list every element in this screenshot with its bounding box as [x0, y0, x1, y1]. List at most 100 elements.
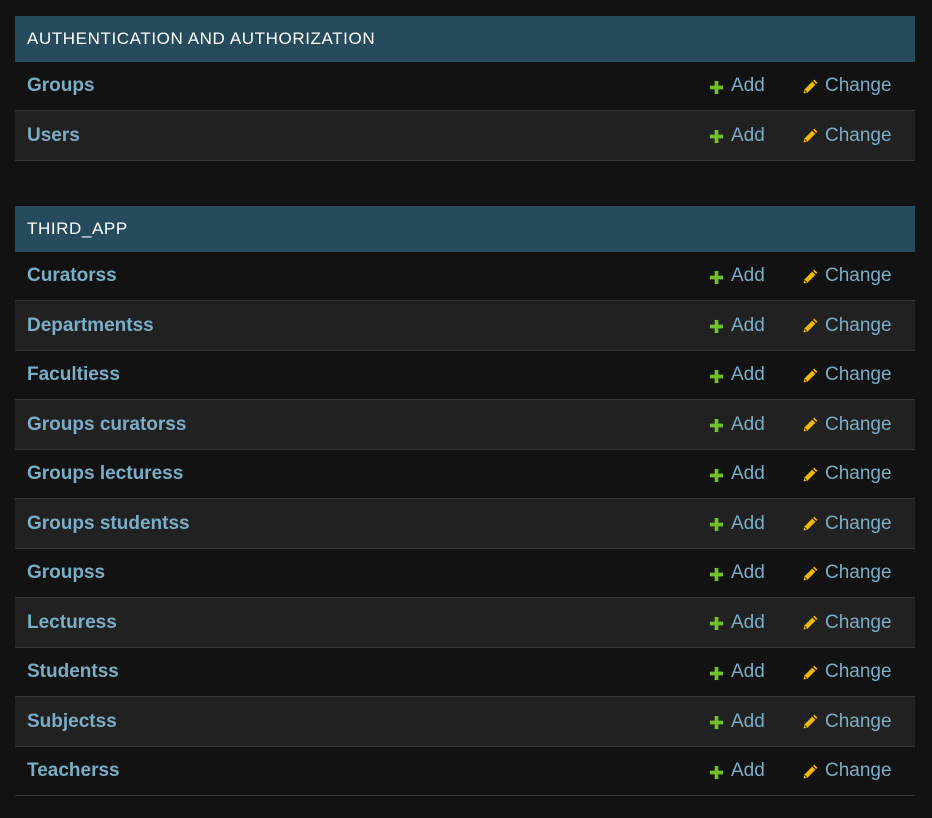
add-label: Add: [731, 75, 765, 96]
add-label: Add: [731, 314, 765, 336]
add-button[interactable]: Add: [709, 562, 765, 584]
change-label: Change: [825, 314, 892, 336]
plus-icon: [709, 318, 724, 334]
model-row: Groupss Add Change: [15, 549, 915, 598]
plus-icon: [709, 566, 724, 581]
add-button[interactable]: Add: [709, 75, 765, 97]
change-label: Change: [825, 75, 892, 96]
add-button[interactable]: Add: [709, 125, 765, 147]
change-label: Change: [825, 512, 892, 534]
model-link[interactable]: Groups studentss: [27, 513, 190, 535]
model-link[interactable]: Groups lecturess: [27, 463, 183, 485]
add-label: Add: [731, 265, 765, 286]
add-label: Add: [731, 710, 765, 732]
add-button[interactable]: Add: [709, 612, 765, 634]
plus-icon: [709, 764, 724, 779]
add-button[interactable]: Add: [709, 265, 765, 287]
change-button[interactable]: Change: [802, 414, 892, 436]
model-row: Groups curatorss Add Change: [15, 400, 915, 450]
change-button[interactable]: Change: [802, 513, 892, 535]
change-label: Change: [825, 413, 892, 435]
change-label: Change: [825, 364, 892, 385]
change-button[interactable]: Change: [802, 125, 892, 147]
change-label: Change: [825, 265, 892, 286]
add-label: Add: [731, 463, 765, 484]
model-link[interactable]: Users: [27, 125, 80, 147]
change-label: Change: [825, 463, 892, 484]
pencil-icon: [802, 515, 819, 532]
model-link[interactable]: Groups: [27, 75, 95, 97]
add-button[interactable]: Add: [709, 463, 765, 485]
model-row: Groups Add Change: [15, 62, 915, 111]
module-header: AUTHENTICATION AND AUTHORIZATION: [15, 16, 915, 62]
model-row: Users Add Change: [15, 111, 915, 161]
add-button[interactable]: Add: [709, 711, 765, 733]
change-button[interactable]: Change: [802, 265, 892, 287]
plus-icon: [709, 269, 724, 284]
model-link[interactable]: Studentss: [27, 661, 119, 683]
model-link[interactable]: Lecturess: [27, 612, 117, 634]
model-row: Departmentss Add Change: [15, 301, 915, 351]
add-label: Add: [731, 413, 765, 435]
pencil-icon: [802, 78, 819, 95]
add-button[interactable]: Add: [709, 661, 765, 683]
plus-icon: [709, 467, 724, 482]
change-button[interactable]: Change: [802, 364, 892, 386]
model-row: Curatorss Add Change: [15, 252, 915, 301]
pencil-icon: [802, 664, 819, 681]
pencil-icon: [802, 466, 819, 483]
change-button[interactable]: Change: [802, 612, 892, 634]
module-authentication-and-authorization: AUTHENTICATION AND AUTHORIZATION Groups A…: [15, 16, 915, 161]
model-row: Studentss Add Change: [15, 648, 915, 697]
add-button[interactable]: Add: [709, 760, 765, 782]
module-header: THIRD_APP: [15, 206, 915, 252]
model-link[interactable]: Subjectss: [27, 711, 117, 733]
plus-icon: [709, 417, 724, 433]
pencil-icon: [802, 713, 819, 730]
module-third-app: THIRD_APP Curatorss Add Change Departmentss…: [15, 206, 915, 796]
module-title[interactable]: THIRD_APP: [27, 219, 128, 239]
change-button[interactable]: Change: [802, 711, 892, 733]
change-label: Change: [825, 661, 892, 682]
model-row: Subjectss Add Change: [15, 697, 915, 747]
model-link[interactable]: Groupss: [27, 562, 105, 584]
plus-icon: [709, 368, 724, 383]
change-button[interactable]: Change: [802, 562, 892, 584]
add-label: Add: [731, 611, 765, 633]
change-button[interactable]: Change: [802, 661, 892, 683]
model-link[interactable]: Facultiess: [27, 364, 120, 386]
add-label: Add: [731, 562, 765, 583]
plus-icon: [709, 665, 724, 680]
pencil-icon: [802, 127, 819, 144]
change-button[interactable]: Change: [802, 315, 892, 337]
model-row: Lecturess Add Change: [15, 598, 915, 648]
add-label: Add: [731, 661, 765, 682]
add-button[interactable]: Add: [709, 364, 765, 386]
model-link[interactable]: Groups curatorss: [27, 414, 186, 436]
plus-icon: [709, 714, 724, 730]
change-button[interactable]: Change: [802, 75, 892, 97]
add-button[interactable]: Add: [709, 513, 765, 535]
plus-icon: [709, 516, 724, 532]
add-label: Add: [731, 512, 765, 534]
plus-icon: [709, 128, 724, 144]
add-button[interactable]: Add: [709, 315, 765, 337]
plus-icon: [709, 79, 724, 94]
model-row: Groups studentss Add Change: [15, 499, 915, 549]
add-label: Add: [731, 364, 765, 385]
pencil-icon: [802, 763, 819, 780]
add-label: Add: [731, 760, 765, 781]
pencil-icon: [802, 565, 819, 582]
change-button[interactable]: Change: [802, 760, 892, 782]
add-label: Add: [731, 124, 765, 146]
change-label: Change: [825, 124, 892, 146]
model-link[interactable]: Departmentss: [27, 315, 154, 337]
pencil-icon: [802, 614, 819, 631]
add-button[interactable]: Add: [709, 414, 765, 436]
change-button[interactable]: Change: [802, 463, 892, 485]
model-link[interactable]: Teacherss: [27, 760, 120, 782]
model-row: Facultiess Add Change: [15, 351, 915, 400]
model-link[interactable]: Curatorss: [27, 265, 117, 287]
plus-icon: [709, 615, 724, 631]
module-title[interactable]: AUTHENTICATION AND AUTHORIZATION: [27, 29, 375, 49]
